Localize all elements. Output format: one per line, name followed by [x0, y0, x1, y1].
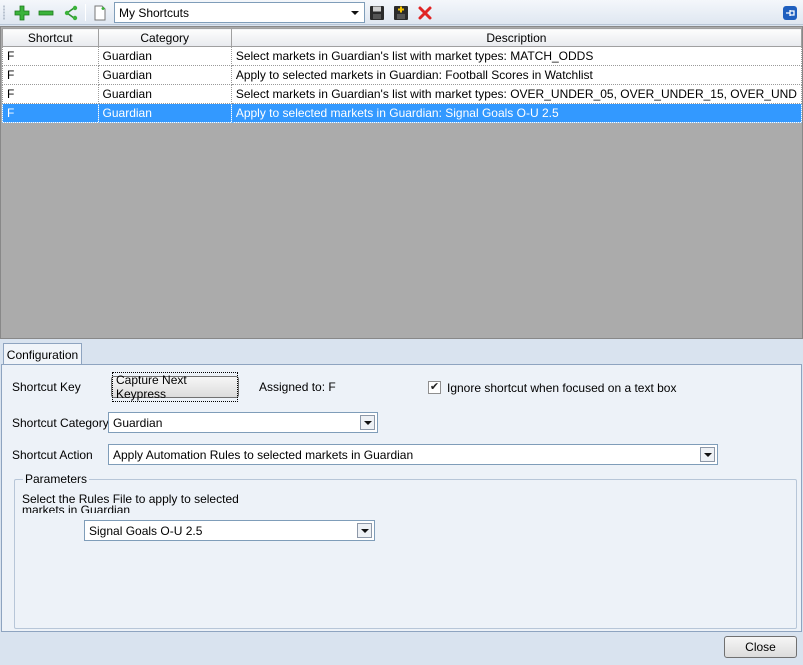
cell-shortcut: F — [2, 46, 99, 66]
shortcut-action-select[interactable]: Apply Automation Rules to selected marke… — [108, 444, 718, 465]
capture-keypress-label: Capture Next Keypress — [112, 372, 238, 402]
cell-description: Select markets in Guardian's list with m… — [230, 84, 803, 104]
rules-file-value: Signal Goals O-U 2.5 — [89, 523, 203, 538]
close-button[interactable]: Close — [724, 636, 797, 658]
parameters-group: Parameters Select the Rules File to appl… — [14, 472, 797, 629]
chevron-down-icon — [347, 4, 363, 21]
new-document-icon[interactable] — [90, 3, 110, 22]
red-x-icon[interactable] — [415, 3, 435, 22]
tab-configuration[interactable]: Configuration — [3, 343, 82, 366]
shortcut-category-select[interactable]: Guardian — [108, 412, 378, 433]
cell-shortcut: F — [2, 65, 99, 85]
table-header-row: Shortcut Category Description — [2, 28, 803, 47]
minus-icon[interactable] — [36, 3, 56, 22]
table-row[interactable]: F Guardian Apply to selected markets in … — [2, 65, 803, 85]
cell-shortcut: F — [2, 103, 99, 123]
rules-file-select[interactable]: Signal Goals O-U 2.5 — [84, 520, 375, 541]
assigned-to-text: Assigned to: F — [259, 380, 336, 394]
toolbar: My Shortcuts — [0, 0, 803, 25]
shortcut-set-value: My Shortcuts — [119, 5, 190, 20]
shortcut-key-label: Shortcut Key — [12, 380, 81, 394]
toolbar-grip[interactable] — [3, 5, 5, 20]
shortcut-category-value: Guardian — [113, 415, 163, 430]
footer-bar: Close — [0, 632, 803, 665]
cell-category: Guardian — [97, 65, 232, 85]
floppy-disk-icon[interactable] — [367, 3, 387, 22]
shortcut-action-label: Shortcut Action — [12, 448, 93, 462]
floppy-disk-add-icon[interactable] — [391, 3, 411, 22]
checkmark-icon: ✔ — [429, 381, 440, 393]
ignore-shortcut-checkbox[interactable]: ✔ — [428, 381, 441, 394]
share-icon[interactable] — [61, 3, 81, 22]
plus-icon[interactable] — [12, 3, 32, 22]
chevron-down-icon — [357, 523, 372, 538]
tab-configuration-label: Configuration — [6, 348, 79, 362]
shortcuts-table: Shortcut Category Description F Guardian… — [2, 28, 803, 123]
shortcut-set-select[interactable]: My Shortcuts — [114, 2, 365, 23]
ignore-shortcut-label: Ignore shortcut when focused on a text b… — [447, 381, 677, 395]
column-header-description[interactable]: Description — [230, 28, 803, 47]
shortcut-category-label: Shortcut Category — [12, 416, 109, 430]
cell-category: Guardian — [97, 103, 232, 123]
tab-strip: Configuration — [0, 340, 803, 366]
cell-category: Guardian — [97, 46, 232, 66]
capture-keypress-button[interactable]: Capture Next Keypress — [111, 372, 239, 402]
table-row[interactable]: F Guardian Select markets in Guardian's … — [2, 46, 803, 66]
toolbar-separator — [85, 4, 86, 21]
cell-shortcut: F — [2, 84, 99, 104]
cell-description: Apply to selected markets in Guardian: S… — [230, 103, 803, 123]
column-header-shortcut[interactable]: Shortcut — [2, 28, 99, 47]
parameters-legend: Parameters — [23, 472, 90, 486]
configuration-panel: Shortcut Key Capture Next Keypress Assig… — [1, 364, 802, 632]
table-row-selected[interactable]: F Guardian Apply to selected markets in … — [2, 103, 803, 123]
shortcuts-grid: Shortcut Category Description F Guardian… — [0, 26, 803, 339]
close-button-label: Close — [745, 640, 776, 654]
chevron-down-icon — [700, 447, 715, 462]
chevron-down-icon — [360, 415, 375, 430]
cell-description: Apply to selected markets in Guardian: F… — [230, 65, 803, 85]
parameters-description: Select the Rules File to apply to select… — [22, 494, 239, 513]
column-header-category[interactable]: Category — [97, 28, 232, 47]
table-row[interactable]: F Guardian Select markets in Guardian's … — [2, 84, 803, 104]
shortcut-action-value: Apply Automation Rules to selected marke… — [113, 447, 414, 462]
pin-icon[interactable] — [780, 3, 800, 22]
cell-category: Guardian — [97, 84, 232, 104]
cell-description: Select markets in Guardian's list with m… — [230, 46, 803, 66]
